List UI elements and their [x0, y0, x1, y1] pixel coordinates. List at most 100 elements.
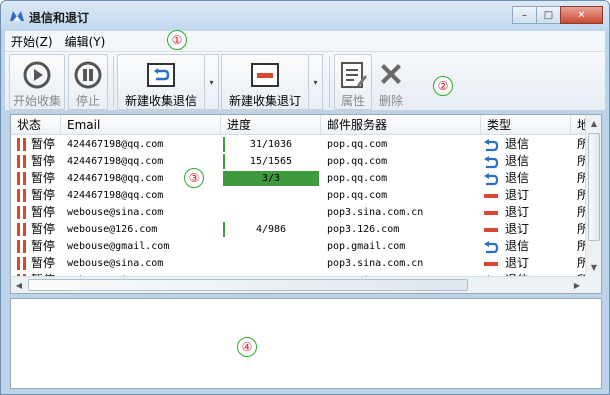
minimize-button[interactable]: – — [512, 6, 537, 24]
column-header-progress[interactable]: 进度 — [221, 115, 321, 135]
callout-1: ① — [167, 30, 187, 50]
column-header-server[interactable]: 邮件服务器 — [321, 115, 481, 135]
type-cell: 退信 — [505, 137, 530, 151]
table-row[interactable]: 暂停 424467198@qq.com 31/1036 pop.qq.com 退信 所 — [11, 136, 585, 153]
server-cell: pop.qq.com — [327, 139, 388, 150]
pause-status-icon — [23, 189, 26, 202]
pause-status-icon — [23, 223, 26, 236]
extra-cell: 所 — [577, 221, 585, 238]
status-cell: 暂停 — [31, 222, 56, 236]
new-unsub-dropdown[interactable]: ▾ — [309, 54, 323, 110]
column-header-email[interactable]: Email — [61, 115, 221, 135]
new-unsub-button[interactable]: 新建收集退订 — [221, 54, 309, 110]
menu-edit[interactable]: 编辑(Y) — [59, 33, 112, 50]
column-header-status[interactable]: 状态 — [11, 115, 61, 135]
email-cell: 424467198@qq.com — [67, 156, 164, 167]
stop-button[interactable]: 停止 — [68, 54, 108, 110]
properties-icon — [341, 61, 367, 88]
type-cell: 退信 — [505, 239, 530, 253]
pause-status-icon — [17, 257, 20, 270]
unsubscribe-icon — [484, 194, 498, 198]
bounce-return-icon — [484, 139, 499, 152]
server-cell: pop.gmail.com — [327, 241, 406, 252]
new-unsub-label: 新建收集退订 — [228, 94, 301, 108]
vertical-scroll-thumb[interactable] — [588, 133, 600, 241]
type-cell: 退订 — [505, 222, 530, 236]
progress-text — [223, 204, 319, 221]
horizontal-scrollbar[interactable]: ◀ ▶ — [11, 276, 585, 293]
progress-text: 15/1565 — [249, 156, 293, 167]
progress-text: 4/986 — [255, 224, 287, 235]
extra-cell: 所 — [577, 170, 585, 187]
table-row[interactable]: 暂停 webouse@gmail.com pop.gmail.com 退信 所 — [11, 238, 585, 255]
pause-status-icon — [17, 189, 20, 202]
title-bar: 退信和退订 – □ ✕ — [1, 1, 609, 31]
pause-status-icon — [17, 138, 20, 151]
bounce-return-icon — [147, 62, 175, 87]
scroll-left-icon[interactable]: ◀ — [11, 277, 27, 293]
pause-status-icon — [17, 155, 20, 168]
table-row[interactable]: 暂停 424467198@qq.com pop.qq.com 退订 所 — [11, 187, 585, 204]
menu-bar: 开始(Z) 编辑(Y) — [5, 31, 605, 51]
scroll-up-icon[interactable]: ▲ — [586, 115, 601, 131]
status-cell: 暂停 — [31, 154, 56, 168]
pause-status-icon — [17, 240, 20, 253]
task-grid: 状态 Email 进度 邮件服务器 类型 地 暂停 424467198@qq.co… — [10, 114, 602, 294]
app-window: 退信和退订 – □ ✕ 开始(Z) 编辑(Y) 开始收集 停止 新建收集退信 ▾… — [0, 0, 610, 395]
callout-4: ④ — [237, 337, 257, 357]
pause-status-icon — [23, 257, 26, 270]
type-cell: 退信 — [505, 171, 530, 185]
pause-icon — [74, 61, 102, 88]
maximize-button[interactable]: □ — [536, 6, 561, 24]
server-cell: pop3.sina.com.cn — [327, 207, 424, 218]
extra-cell: 所 — [577, 204, 585, 221]
scroll-down-icon[interactable]: ▼ — [586, 259, 601, 275]
bounce-return-icon — [484, 241, 499, 254]
new-bounce-button[interactable]: 新建收集退信 — [117, 54, 205, 110]
email-cell: webouse@sina.com — [67, 258, 164, 269]
type-cell: 退订 — [505, 205, 530, 219]
delete-x-icon — [381, 64, 401, 84]
start-collect-label: 开始收集 — [12, 94, 61, 108]
progress-text — [223, 238, 319, 255]
status-cell: 暂停 — [31, 239, 56, 253]
new-bounce-dropdown[interactable]: ▾ — [205, 54, 219, 110]
bounce-return-icon — [484, 173, 499, 186]
table-row[interactable]: 暂停 webouse@126.com 4/986 pop3.126.com 退订 所 — [11, 221, 585, 238]
table-row[interactable]: 暂停 424467198@qq.com 3/3 pop.qq.com 退信 所 — [11, 170, 585, 187]
table-row[interactable]: 暂停 424467198@qq.com 15/1565 pop.qq.com 退信 所 — [11, 153, 585, 170]
app-logo-icon — [10, 11, 24, 21]
table-row[interactable]: 暂停 webouse@sina.com pop3.sina.com.cn 退订 所 — [11, 255, 585, 272]
toolbar-separator — [329, 56, 330, 108]
chevron-down-icon: ▾ — [209, 77, 214, 87]
horizontal-scroll-thumb[interactable] — [28, 279, 468, 291]
window-title: 退信和退订 — [29, 11, 90, 25]
email-cell: 424467198@qq.com — [67, 190, 164, 201]
status-cell: 暂停 — [31, 171, 56, 185]
extra-cell: 所 — [577, 238, 585, 255]
delete-label: 删除 — [378, 94, 403, 108]
pause-status-icon — [23, 206, 26, 219]
progress-text: 3/3 — [261, 173, 281, 184]
grid-header: 状态 Email 进度 邮件服务器 类型 地 — [11, 115, 601, 135]
unsubscribe-icon — [484, 211, 498, 215]
progress-text — [223, 255, 319, 272]
extra-cell: 所 — [577, 255, 585, 272]
close-button[interactable]: ✕ — [560, 6, 603, 24]
properties-button[interactable]: 属性 — [334, 54, 372, 110]
email-cell: webouse@sina.com — [67, 207, 164, 218]
start-collect-button[interactable]: 开始收集 — [9, 54, 65, 110]
column-header-type[interactable]: 类型 — [481, 115, 571, 135]
menu-start[interactable]: 开始(Z) — [5, 33, 59, 50]
server-cell: pop3.sina.com.cn — [327, 258, 424, 269]
scroll-right-icon[interactable]: ▶ — [569, 277, 585, 293]
table-row[interactable]: 暂停 webouse@sina.com pop3.sina.com.cn 退订 所 — [11, 204, 585, 221]
pause-status-icon — [23, 240, 26, 253]
unsubscribe-icon — [251, 62, 279, 87]
detail-panel — [10, 298, 602, 389]
unsubscribe-icon — [484, 228, 498, 232]
delete-button[interactable]: 删除 — [373, 54, 409, 110]
vertical-scrollbar[interactable]: ▲ ▼ — [585, 115, 601, 276]
extra-cell: 所 — [577, 153, 585, 170]
email-cell: webouse@126.com — [67, 224, 158, 235]
